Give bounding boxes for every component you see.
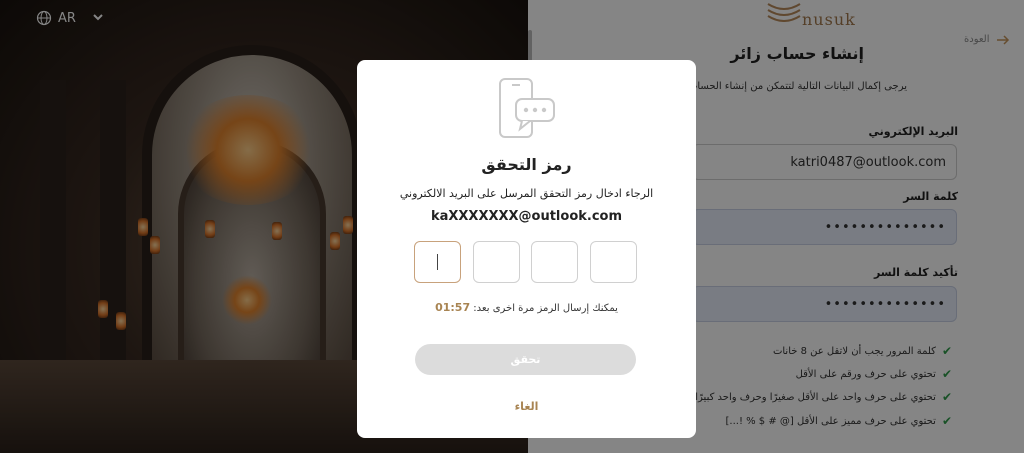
otp-digit-3[interactable] <box>531 241 578 283</box>
otp-modal: رمز التحقق الرجاء ادخال رمز التحقق المرس… <box>357 60 696 438</box>
resend-countdown: يمكنك إرسال الرمز مرة اخرى بعد: 01:57 <box>357 301 696 314</box>
modal-title: رمز التحقق <box>481 155 572 174</box>
phone-message-icon <box>499 78 555 138</box>
cancel-link[interactable]: الغاء <box>357 400 696 413</box>
modal-description: الرجاء ادخال رمز التحقق المرسل على البري… <box>399 187 654 200</box>
otp-digit-4[interactable] <box>590 241 637 283</box>
resend-text: يمكنك إرسال الرمز مرة اخرى بعد: <box>473 303 618 314</box>
countdown-timer: 01:57 <box>435 301 471 314</box>
otp-digit-1[interactable] <box>414 241 461 283</box>
otp-digit-2[interactable] <box>473 241 520 283</box>
text-caret <box>437 254 438 270</box>
verify-button[interactable]: تحقق <box>415 344 636 375</box>
masked-email: kaXXXXXXX@outlook.com <box>430 209 623 224</box>
